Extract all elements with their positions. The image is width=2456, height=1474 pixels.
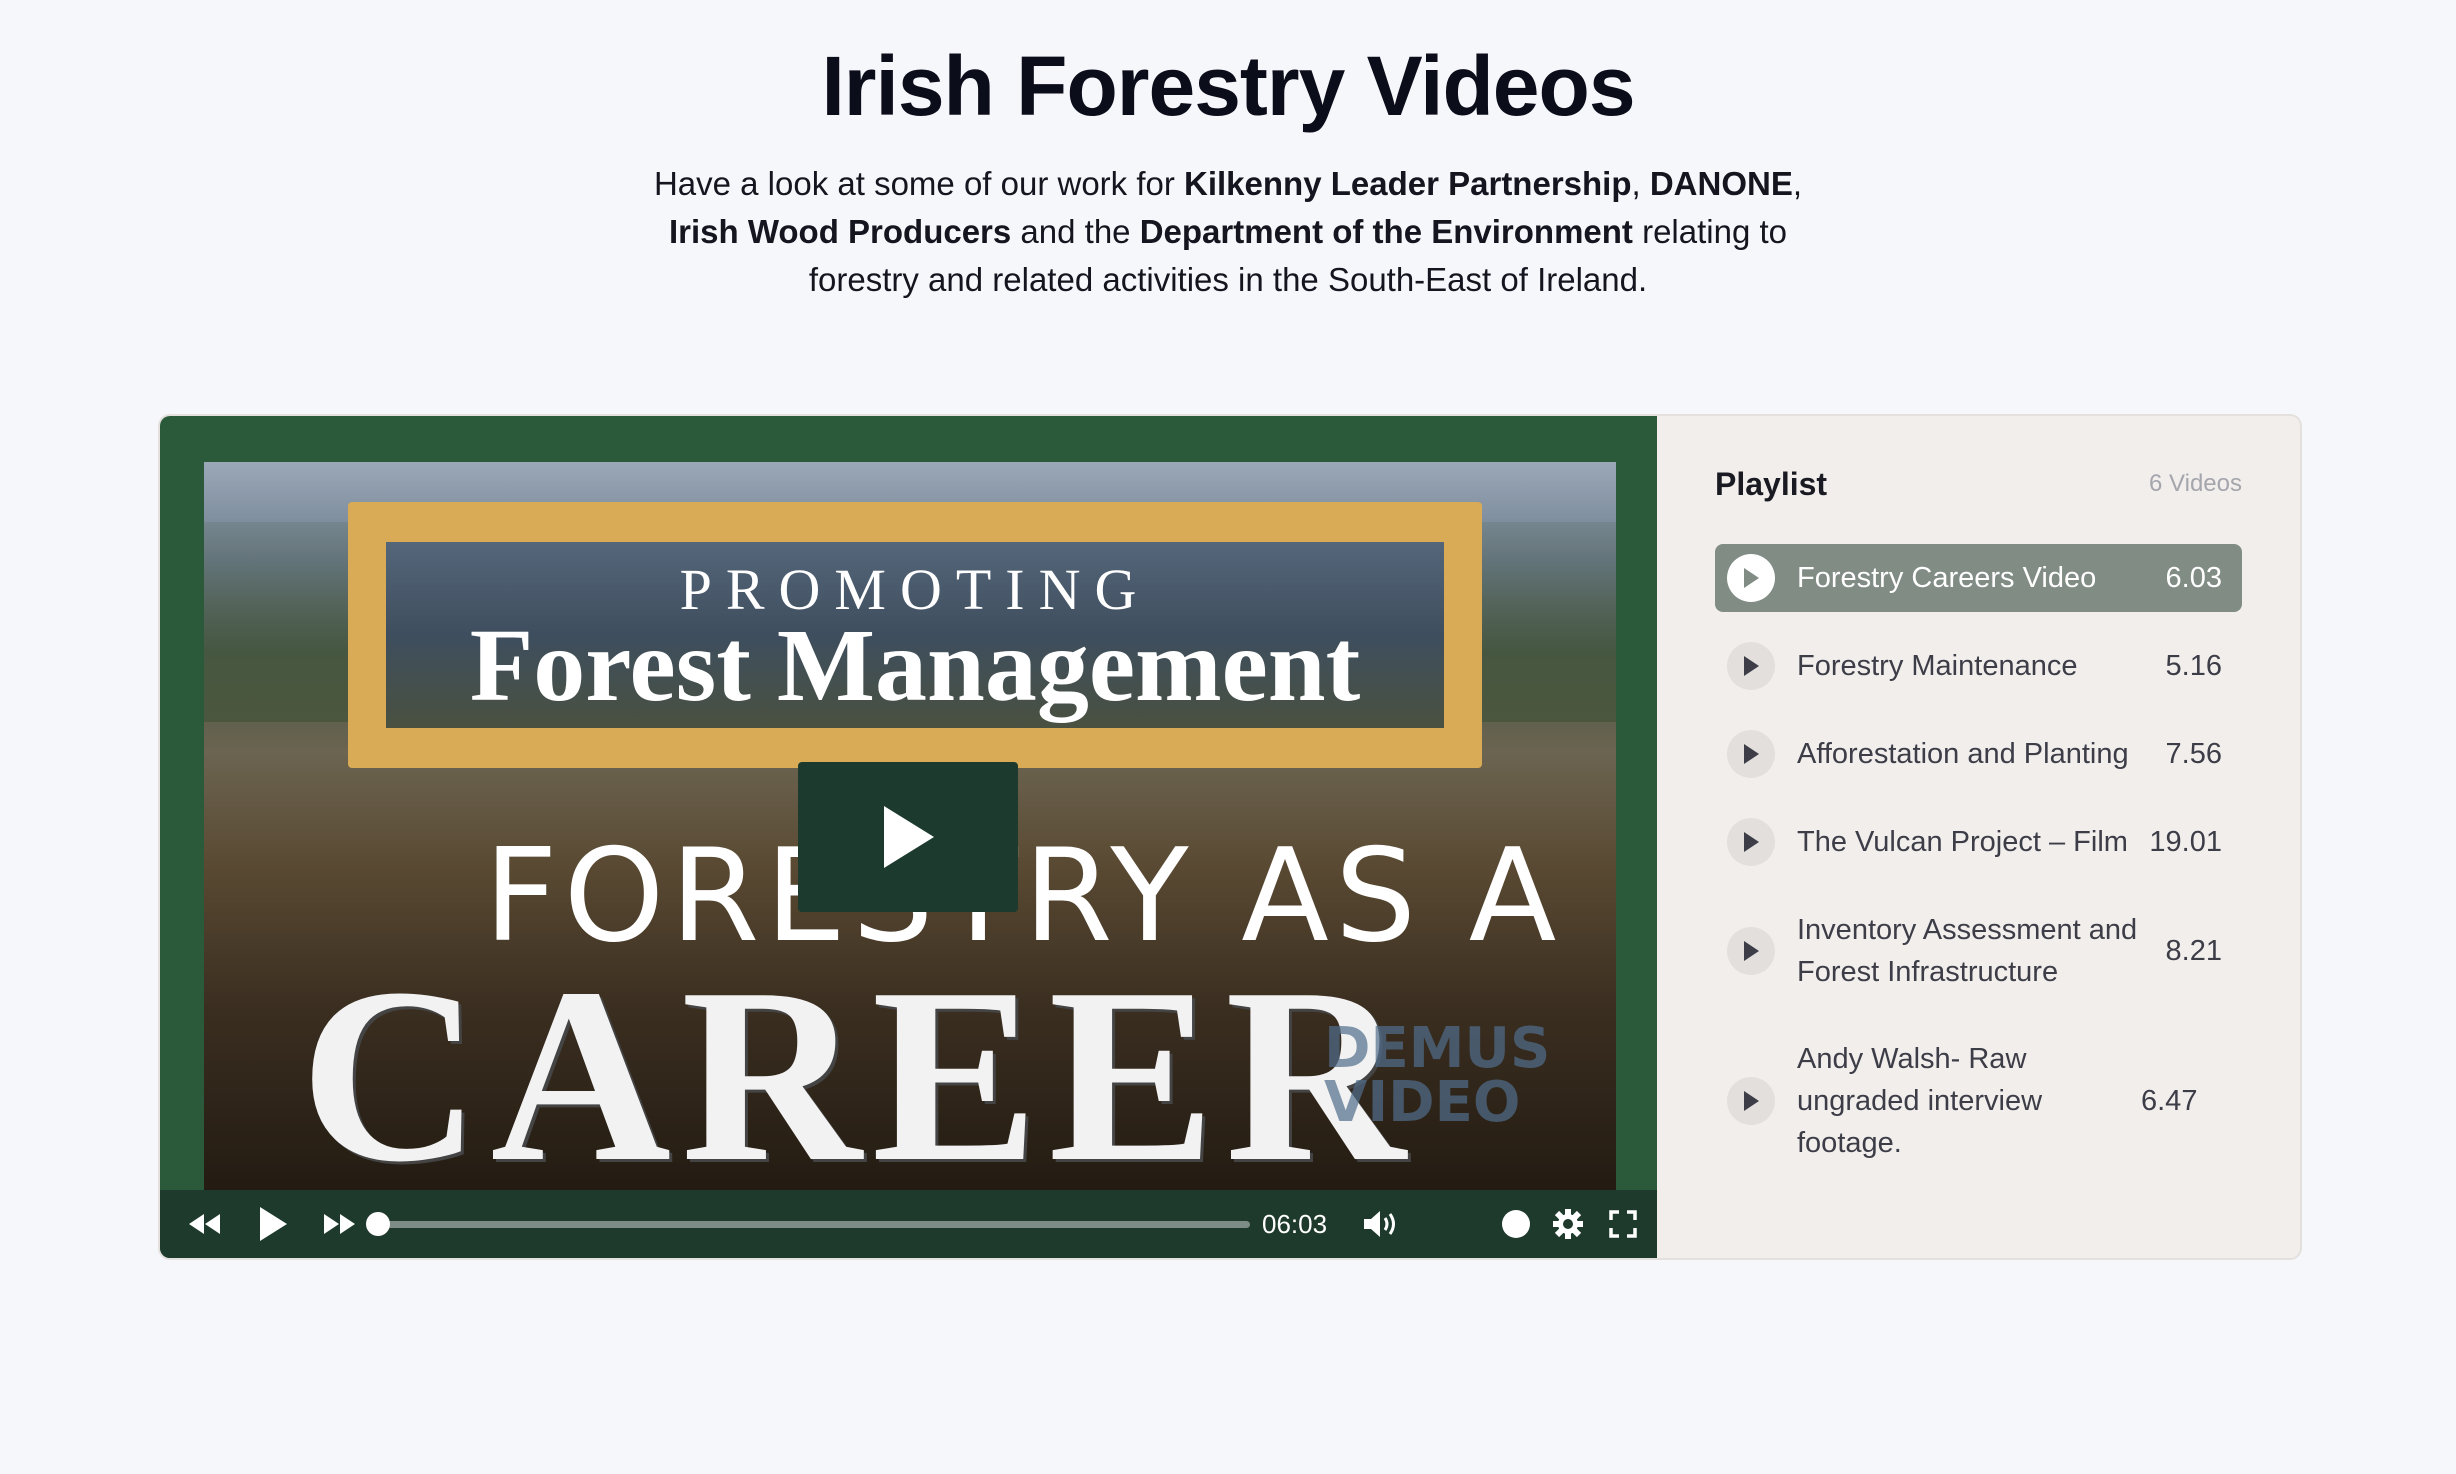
playlist-item-duration: 7.56: [2165, 737, 2222, 770]
volume-knob[interactable]: [1502, 1210, 1530, 1238]
playlist-item-title: The Vulcan Project – Film: [1797, 826, 2128, 858]
playlist-count: 6 Videos: [2149, 470, 2242, 497]
playlist-item-title: Afforestation and Planting: [1797, 738, 2129, 770]
play-icon: [1727, 818, 1775, 866]
playlist-item[interactable]: The Vulcan Project – Film 19.01: [1715, 808, 2242, 876]
client-name: Kilkenny Leader Partnership: [1184, 165, 1632, 202]
playlist-item[interactable]: Inventory Assessment and Forest Infrastr…: [1715, 896, 2242, 1006]
playlist-item[interactable]: Forestry Maintenance 5.16: [1715, 632, 2242, 700]
thumbnail-sign-title: Forest Management: [469, 608, 1361, 723]
playlist-item-duration: 8.21: [2165, 934, 2222, 967]
fullscreen-icon: [1609, 1210, 1637, 1238]
intro-segment: ,: [1792, 165, 1803, 202]
rewind-button[interactable]: [174, 1190, 236, 1258]
playlist-item[interactable]: Forestry Careers Video 6.03: [1715, 544, 2242, 612]
fullscreen-button[interactable]: [1598, 1190, 1648, 1258]
video-player-section: PROMOTING Forest Management FORESTRY AS …: [160, 416, 2300, 1258]
fast-forward-icon: [324, 1214, 355, 1234]
play-icon: [1727, 554, 1775, 602]
volume-slider-handle[interactable]: [1486, 1190, 1546, 1258]
intro-segment: Have a look at some of our work for: [653, 165, 1185, 202]
play-icon: [1727, 1077, 1775, 1125]
fast-forward-button[interactable]: [308, 1190, 370, 1258]
playlist-item[interactable]: Afforestation and Planting 7.56: [1715, 720, 2242, 788]
thumbnail-sign: PROMOTING Forest Management: [348, 502, 1482, 768]
play-icon: [1727, 927, 1775, 975]
intro-segment: ,: [1631, 165, 1650, 202]
intro-text: Have a look at some of our work for Kilk…: [628, 160, 1828, 304]
playlist-item-duration: 19.01: [2149, 825, 2222, 858]
play-icon: [1727, 642, 1775, 690]
client-name: Department of the Environment: [1139, 213, 1633, 250]
playlist-item-title: Forestry Careers Video: [1797, 562, 2097, 594]
settings-icon: [1553, 1209, 1583, 1239]
watermark-logo: DEMUS VIDEO: [1324, 1016, 1594, 1152]
playlist-item-title: Forestry Maintenance: [1797, 650, 2078, 682]
rewind-icon: [189, 1214, 220, 1234]
playlist-item[interactable]: Andy Walsh- Raw ungraded interview foota…: [1715, 1026, 2242, 1176]
progress-handle[interactable]: [366, 1212, 390, 1236]
watermark-line2: VIDEO: [1324, 1070, 1521, 1135]
big-play-button[interactable]: [798, 762, 1018, 912]
progress-bar[interactable]: [366, 1212, 1250, 1236]
client-name: DANONE: [1649, 165, 1793, 202]
playlist-panel: Playlist 6 Videos Forestry Careers Video…: [1657, 416, 2300, 1258]
volume-button[interactable]: [1350, 1190, 1412, 1258]
player-controls: 06:03: [160, 1190, 1657, 1258]
playlist-item-duration: 6.47: [2141, 1084, 2198, 1117]
page-title: Irish Forestry Videos: [821, 39, 1635, 133]
watermark-line1: DEMUS: [1324, 1016, 1551, 1081]
playlist-item-duration: 6.03: [2165, 561, 2222, 594]
volume-icon: [1364, 1211, 1395, 1237]
play-button[interactable]: [242, 1190, 304, 1258]
video-player[interactable]: PROMOTING Forest Management FORESTRY AS …: [160, 416, 1657, 1258]
thumbnail-caption-line2: CAREER: [300, 937, 1416, 1192]
play-icon: [1727, 730, 1775, 778]
play-icon: [260, 1207, 287, 1241]
client-name: Irish Wood Producers: [668, 213, 1012, 250]
settings-button[interactable]: [1538, 1190, 1598, 1258]
thumbnail-sign-panel: PROMOTING Forest Management: [386, 542, 1444, 728]
playlist-item-title: Inventory Assessment and Forest Infrastr…: [1797, 914, 2138, 988]
play-icon: [884, 806, 934, 868]
playlist-title: Playlist: [1715, 466, 1828, 502]
playlist-item-duration: 5.16: [2165, 649, 2222, 682]
time-display: 06:03: [1262, 1209, 1328, 1239]
intro-segment: and the: [1011, 213, 1140, 250]
playlist-item-title: Andy Walsh- Raw ungraded interview foota…: [1797, 1043, 2043, 1159]
